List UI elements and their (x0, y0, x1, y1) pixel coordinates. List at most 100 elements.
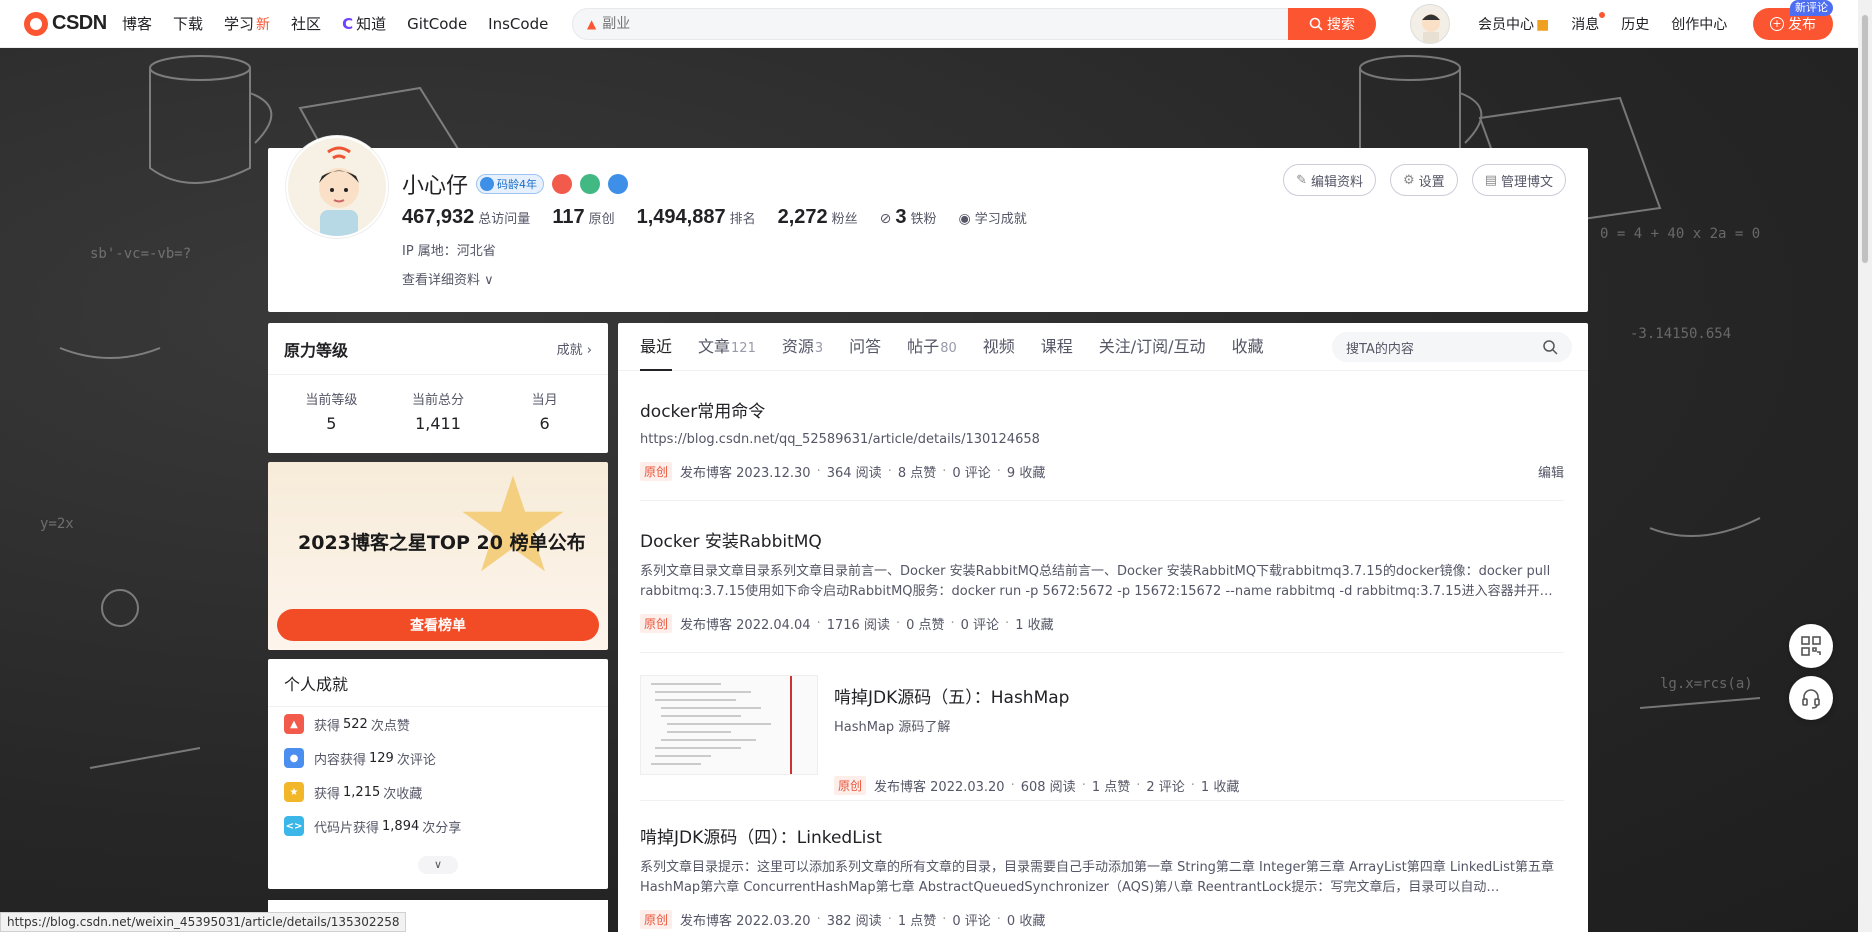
manage-posts-label: 管理博文 (1500, 174, 1553, 190)
achievements-link[interactable]: 成就 › (557, 339, 592, 358)
article-item[interactable]: 啃掉JDK源码（四）：LinkedList 系列文章目录提示：这里可以添加系列文… (640, 823, 1564, 932)
search-button[interactable]: 搜索 (1288, 8, 1376, 40)
tab-posts[interactable]: 帖子 80 (907, 323, 957, 371)
tab-favorites[interactable]: 收藏 (1232, 323, 1264, 371)
stat-value: 117 (552, 206, 585, 228)
nav-zhidao[interactable]: C 知道 (342, 13, 386, 34)
scrollbar-thumb[interactable] (1861, 14, 1869, 264)
medal-icon-3[interactable] (608, 174, 629, 194)
dot-separator: · (887, 464, 892, 479)
profile-card: 小心仔 码龄4年 467,932 总访问量 117 原创 1,494,887 排名 2… (268, 136, 1588, 312)
nav-inscode[interactable]: InsCode (488, 15, 548, 33)
achievement-item: ▲ 获得 522 次点赞 (268, 707, 608, 741)
qrcode-button[interactable] (1789, 624, 1833, 668)
article-title[interactable]: docker常用命令 (640, 397, 1564, 422)
achievement-pre: 代码片获得 (314, 820, 380, 836)
stat-iron-fans[interactable]: ⊘ 3 铁粉 (880, 206, 937, 229)
messages-link[interactable]: 消息 (1571, 12, 1606, 34)
achievement-num: 1,894 (382, 818, 420, 834)
customer-service-button[interactable] (1789, 676, 1833, 720)
nav-gitcode[interactable]: GitCode (407, 15, 467, 33)
medal-icon-2[interactable] (580, 174, 601, 194)
tab-courses[interactable]: 课程 (1041, 323, 1073, 371)
medal-icon-1[interactable] (552, 174, 573, 194)
force-level-card: 原力等级 成就 › 当前等级 5 当前总分 1,411 当月 6 (268, 323, 608, 453)
csdn-logo[interactable]: CSDN (24, 11, 108, 36)
article-title[interactable]: 啃掉JDK源码（四）：LinkedList (640, 823, 1564, 848)
history-link[interactable]: 历史 (1621, 14, 1649, 34)
force-level-stats: 当前等级 5 当前总分 1,411 当月 6 (268, 375, 608, 433)
top-search: ▲ 搜索 (572, 8, 1376, 40)
new-comment-badge[interactable]: 新评论 (1790, 0, 1833, 16)
article-date: 发布博客 2023.12.30 (680, 466, 811, 481)
content-search-input[interactable]: 搜TA的内容 (1332, 332, 1572, 362)
nav-blog[interactable]: 博客 (122, 13, 152, 34)
page-scrollbar[interactable] (1858, 0, 1872, 932)
learn-achievement-link[interactable]: ◉ 学习成就 (959, 208, 1027, 227)
article-reads: 364 阅读 (826, 466, 882, 481)
vip-center-link[interactable]: 会员中心 ■ (1478, 14, 1549, 34)
nav-zhidao-label: 知道 (356, 15, 387, 33)
user-avatar[interactable] (1410, 4, 1450, 44)
achievement-num: 129 (369, 750, 394, 766)
article-item[interactable]: 啃掉JDK源码（五）：HashMap HashMap 源码了解 原创 发布博客 … (640, 653, 1564, 801)
headset-icon (1802, 689, 1820, 709)
tab-count: 80 (940, 340, 957, 356)
article-title[interactable]: Docker 安装RabbitMQ (640, 527, 1564, 552)
dot-separator: · (816, 464, 821, 479)
learn-achievement-label: 学习成就 (974, 212, 1027, 227)
force-col: 当月 6 (495, 389, 595, 433)
search-button-label: 搜索 (1327, 17, 1355, 33)
view-ranking-button[interactable]: 查看榜单 (277, 609, 599, 641)
edit-profile-button[interactable]: ✎ 编辑资料 (1283, 164, 1377, 196)
vip-center-label: 会员中心 (1478, 17, 1534, 33)
manage-doc-icon: ▤ (1484, 172, 1497, 188)
achievement-item: ● 内容获得 129 次评论 (268, 741, 608, 775)
achievement-num: 522 (343, 716, 368, 732)
search-icon[interactable] (1542, 339, 1558, 355)
dot-separator: · (1190, 778, 1195, 793)
tab-label: 问答 (849, 336, 882, 356)
stat-label: 铁粉 (910, 212, 937, 227)
star-trophy-icon (462, 475, 564, 572)
tab-qa[interactable]: 问答 (849, 323, 881, 371)
article-reads: 382 阅读 (826, 914, 882, 929)
article-item[interactable]: docker常用命令 https://blog.csdn.net/qq_5258… (640, 397, 1564, 501)
nav-download[interactable]: 下载 (173, 13, 203, 34)
expand-chevron-icon[interactable]: ∨ (418, 856, 458, 874)
edit-article-link[interactable]: 编辑 (1538, 462, 1564, 481)
article-item[interactable]: Docker 安装RabbitMQ 系列文章目录文章目录系列文章目录前言一、Do… (640, 527, 1564, 653)
achievement-post: 次评论 (396, 752, 436, 768)
code-age-badge[interactable]: 码龄4年 (476, 174, 545, 194)
manage-posts-button[interactable]: ▤ 管理博文 (1471, 164, 1566, 196)
creator-center-link[interactable]: 创作中心 (1671, 14, 1727, 34)
article-thumbnail[interactable] (640, 675, 818, 775)
code-screenshot-thumbnail (651, 676, 792, 774)
nav-community[interactable]: 社区 (291, 13, 321, 34)
tab-videos[interactable]: 视频 (983, 323, 1015, 371)
promo-title: 2023博客之星TOP 20 榜单公布 (298, 532, 586, 554)
dot-separator: · (996, 912, 1001, 927)
tab-recent[interactable]: 最近 (640, 323, 673, 371)
gear-icon: ⚙ (1403, 172, 1415, 188)
stat-fans[interactable]: 2,272 粉丝 (778, 206, 858, 229)
settings-button[interactable]: ⚙ 设置 (1390, 164, 1458, 196)
top-search-input[interactable] (602, 16, 1283, 32)
plus-icon: + (1770, 17, 1784, 31)
achievements-title: 个人成就 (268, 659, 608, 707)
tab-label: 资源 (781, 336, 814, 356)
article-title[interactable]: 啃掉JDK源码（五）：HashMap (834, 683, 1564, 708)
nav-learn[interactable]: 学习新 (224, 13, 270, 34)
dot-separator: · (950, 616, 955, 631)
tab-follow[interactable]: 关注/订阅/互动 (1099, 323, 1206, 371)
gift-icon: ■ (1536, 17, 1550, 33)
blog-star-promo[interactable]: 2023博客之星TOP 20 榜单公布 查看榜单 (268, 462, 608, 650)
original-tag: 原创 (640, 462, 673, 481)
iron-fan-icon: ⊘ (879, 211, 892, 227)
view-details-link[interactable]: 查看详细资料 ∨ (402, 269, 494, 288)
article-favs: 9 收藏 (1006, 466, 1046, 481)
profile-avatar[interactable] (286, 136, 388, 238)
tab-articles[interactable]: 文章 121 (698, 323, 756, 371)
article-date: 发布博客 2022.03.20 (874, 780, 1005, 795)
tab-resources[interactable]: 资源 3 (782, 323, 823, 371)
